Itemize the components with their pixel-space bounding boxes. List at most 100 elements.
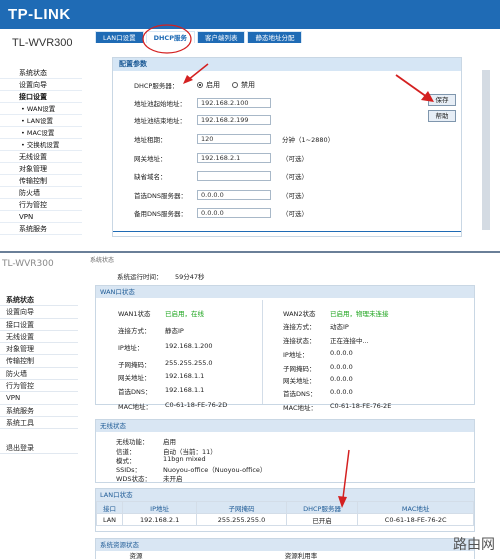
- wan1-gw: 网关地址： 192.168.1.1: [118, 372, 204, 382]
- pool-end-input[interactable]: 192.168.2.199: [197, 115, 271, 125]
- wan1-type: 连接方式： 静态IP: [118, 325, 184, 335]
- wan2-mask-value: 0.0.0.0: [330, 363, 353, 371]
- enable-radio[interactable]: [197, 82, 203, 88]
- wan2-mac-key: MAC地址：: [283, 404, 317, 412]
- sidebar-item-services[interactable]: 系统服务: [0, 223, 82, 235]
- nav2-wireless[interactable]: 无线设置: [0, 331, 78, 344]
- sidebar-item-behavior[interactable]: 行为管控: [0, 199, 82, 211]
- wl-wds: WDS状态： 未开启: [116, 473, 183, 483]
- scrollbar[interactable]: [482, 70, 490, 230]
- tab-lan-settings[interactable]: LAN口设置: [95, 31, 144, 43]
- pool-end-label: 地址池结束地址：: [134, 117, 186, 125]
- domain-optional: （可选）: [282, 173, 308, 181]
- lan-header-mask: 子网掩码: [196, 501, 287, 514]
- nav2-services[interactable]: 系统服务: [0, 405, 78, 417]
- wan2-dns-key: 首选DNS：: [283, 390, 317, 398]
- tab-static-address[interactable]: 静态地址分配: [247, 31, 303, 43]
- tab-bar: LAN口设置 DHCP服务 客户端列表 静态地址分配: [95, 31, 303, 43]
- sidebar-item-lan[interactable]: • LAN设置: [0, 115, 82, 127]
- wan-section-title: WAN口状态: [96, 286, 474, 298]
- nav2-behavior[interactable]: 行为管控: [0, 380, 78, 393]
- dhcp-server-row: DHCP服务器： 启用 禁用: [134, 79, 255, 91]
- wl-wds-key: WDS状态：: [116, 475, 152, 483]
- tab-dhcp-service[interactable]: DHCP服务: [145, 31, 195, 43]
- lan-header-mac: MAC地址: [357, 501, 474, 514]
- sidebar-item-objects[interactable]: 对象管理: [0, 163, 82, 175]
- wl-wds-value: 未开启: [163, 475, 183, 483]
- resource-section-title: 系统资源状态: [96, 539, 474, 551]
- sidebar-item-wireless[interactable]: 无线设置: [0, 151, 82, 163]
- dns1-input[interactable]: 0.0.0.0: [197, 190, 271, 200]
- uptime-label: 系统运行时间：: [117, 273, 163, 281]
- wan2-state: 连接状态： 正在连接中...: [283, 335, 369, 345]
- nav2-tools[interactable]: 系统工具: [0, 417, 78, 430]
- dns2-row: 备用DNS服务器： 0.0.0.0 （可选）: [134, 207, 308, 219]
- sidebar-item-system-status[interactable]: 系统状态: [0, 67, 82, 79]
- lan-cell-dhcp: 已开启: [285, 513, 359, 526]
- wan1-type-value: 静态IP: [165, 327, 184, 335]
- sidebar-item-vpn[interactable]: VPN: [0, 211, 82, 223]
- wan1-dns-key: 首选DNS：: [118, 388, 152, 396]
- tab-client-list[interactable]: 客户端列表: [196, 31, 246, 43]
- sidebar-item-wan[interactable]: • WAN设置: [0, 103, 82, 115]
- wan1-ip: IP地址： 192.168.1.200: [118, 342, 213, 352]
- nav2-system-status[interactable]: 系统状态: [0, 294, 78, 307]
- uptime-row: 系统运行时间： 59分47秒: [117, 271, 205, 281]
- nav2-vpn[interactable]: VPN: [0, 392, 78, 405]
- domain-input[interactable]: [197, 171, 271, 181]
- save-button[interactable]: 保存: [428, 94, 456, 106]
- gateway-input[interactable]: 192.168.2.1: [197, 153, 271, 163]
- resource-status-section: 系统资源状态 资源 资源利用率: [95, 538, 475, 559]
- domain-row: 缺省域名： （可选）: [134, 170, 308, 182]
- nav2-firewall[interactable]: 防火墙: [0, 368, 78, 381]
- brand-logo: TP-LINK: [8, 6, 71, 23]
- wan1-type-key: 连接方式：: [118, 327, 151, 335]
- lease-note: 分钟（1~2880）: [282, 136, 335, 144]
- sidebar-item-transfer[interactable]: 传输控制: [0, 175, 82, 187]
- sidebar-item-firewall[interactable]: 防火墙: [0, 187, 82, 199]
- wan1-mask-value: 255.255.255.0: [165, 359, 213, 367]
- wan2-ip-value: 0.0.0.0: [330, 349, 353, 357]
- wan1-mac-value: C0-61-18-FE-76-2D: [165, 401, 228, 409]
- wan2-dns-value: 0.0.0.0: [330, 388, 353, 396]
- wan1-mac: MAC地址： C0-61-18-FE-76-2D: [118, 401, 227, 411]
- disable-label: 禁用: [241, 81, 255, 89]
- wan1-mac-key: MAC地址：: [118, 403, 152, 411]
- dns1-optional: （可选）: [282, 192, 308, 200]
- pool-start-input[interactable]: 192.168.2.100: [197, 98, 271, 108]
- sidebar-item-mac[interactable]: • MAC设置: [0, 127, 82, 139]
- wan1-dns: 首选DNS： 192.168.1.1: [118, 386, 204, 396]
- pool-start-row: 地址池起始地址： 192.168.2.100: [134, 97, 271, 109]
- lan-header-ip: IP地址: [121, 501, 198, 514]
- status-top-label: 系统状态: [90, 257, 115, 264]
- sidebar-item-switch[interactable]: • 交换机设置: [0, 139, 82, 151]
- sidebar-nav: 系统状态 设置向导 接口设置 • WAN设置 • LAN设置 • MAC设置 •…: [0, 67, 82, 235]
- sidebar-item-interface[interactable]: 接口设置: [0, 91, 82, 103]
- wan2-mac-value: C0-61-18-FE-76-2E: [330, 402, 392, 410]
- nav2-interface[interactable]: 接口设置: [0, 319, 78, 331]
- wan2-mask: 子网掩码： 0.0.0.0: [283, 363, 353, 373]
- wan1-ip-key: IP地址：: [118, 344, 144, 352]
- wl-func-value: 启用: [163, 438, 176, 446]
- help-button[interactable]: 帮助: [428, 110, 456, 122]
- gateway-label: 网关地址：: [134, 155, 167, 163]
- disable-radio[interactable]: [232, 82, 238, 88]
- wan2-state-key: 连接状态：: [283, 337, 316, 345]
- panel-title: 配置参数: [113, 58, 461, 71]
- nav2-logout[interactable]: 退出登录: [0, 442, 78, 454]
- nav2-setup-wizard[interactable]: 设置向导: [0, 306, 78, 319]
- wan1-ip-value: 192.168.1.200: [165, 342, 213, 350]
- lan-cell-ip: 192.168.2.1: [121, 513, 198, 526]
- nav2-transfer[interactable]: 传输控制: [0, 355, 78, 368]
- header-bar: TP-LINK: [0, 0, 500, 29]
- sidebar-item-setup-wizard[interactable]: 设置向导: [0, 79, 82, 91]
- dns2-input[interactable]: 0.0.0.0: [197, 208, 271, 218]
- lease-input[interactable]: 120: [197, 134, 271, 144]
- lan-header-interface: 接口: [96, 501, 123, 514]
- lan-section-title: LAN口状态: [96, 489, 474, 501]
- wan1-status-key: WAN1状态: [118, 310, 151, 318]
- lan-cell-mac: C0-61-18-FE-76-2C: [357, 513, 474, 526]
- wan1-mask: 子网掩码： 255.255.255.0: [118, 359, 213, 369]
- dhcp-label: DHCP服务器：: [134, 82, 179, 90]
- nav2-objects[interactable]: 对象管理: [0, 343, 78, 356]
